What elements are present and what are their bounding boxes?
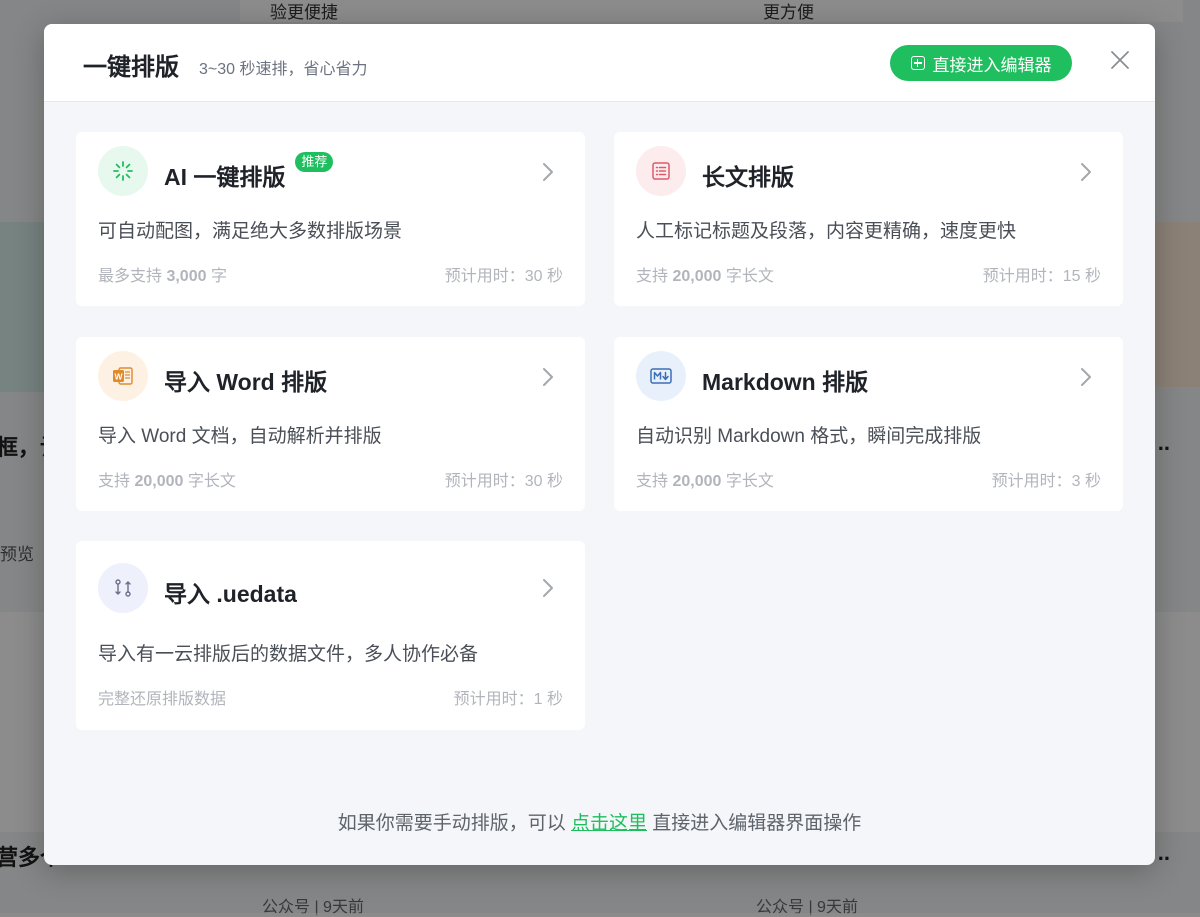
limit-value: 3,000 — [166, 268, 207, 285]
spinner-icon — [98, 146, 148, 196]
card-estimated-time: 预计用时：30 秒 — [444, 473, 563, 490]
card-limit: 完整还原排版数据 — [98, 691, 227, 708]
card-title: 导入 Word 排版 — [164, 369, 328, 395]
limit-suffix: 字长文 — [721, 268, 774, 285]
card-description: 自动识别 Markdown 格式，瞬间完成排版 — [636, 426, 982, 447]
hint-text-before: 如果你需要手动排版，可以 — [337, 813, 571, 834]
chevron-right-icon — [541, 367, 555, 387]
card-estimated-time: 预计用时：15 秒 — [982, 268, 1101, 285]
limit-value: 20,000 — [672, 473, 722, 490]
card-title-text: AI 一键排版 — [164, 164, 286, 190]
card-limit: 支持 20,000 字长文 — [636, 262, 774, 286]
word-icon: W — [98, 351, 148, 401]
limit-suffix: 字 — [206, 268, 227, 285]
card-description: 导入 Word 文档，自动解析并排版 — [98, 426, 382, 447]
card-estimated-time: 预计用时：30 秒 — [444, 268, 563, 285]
list-icon — [636, 146, 686, 196]
limit-prefix: 支持 — [98, 473, 135, 490]
card-estimated-time: 预计用时：1 秒 — [453, 691, 563, 708]
enter-editor-button[interactable]: 直接进入编辑器 — [890, 45, 1072, 81]
chevron-right-icon — [1079, 162, 1093, 182]
limit-prefix: 最多支持 — [98, 268, 167, 285]
limit-suffix: 字长文 — [721, 473, 774, 490]
card-description: 人工标记标题及段落，内容更精确，速度更快 — [636, 221, 1017, 242]
chevron-right-icon — [541, 578, 555, 598]
one-click-layout-modal: 一键排版 3~30 秒速排，省心省力 直接进入编辑器 AI 一键排版推荐 可自动… — [44, 24, 1155, 865]
svg-text:W: W — [114, 372, 123, 382]
limit-value: 20,000 — [134, 473, 184, 490]
card-estimated-time: 预计用时：3 秒 — [991, 473, 1101, 490]
card-long-text-layout[interactable]: 长文排版 人工标记标题及段落，内容更精确，速度更快 支持 20,000 字长文 … — [614, 132, 1123, 306]
hint-text-after: 直接进入编辑器界面操作 — [647, 813, 862, 834]
limit-value: 20,000 — [672, 268, 722, 285]
click-here-link[interactable]: 点击这里 — [571, 813, 647, 834]
modal-header: 一键排版 3~30 秒速排，省心省力 直接进入编辑器 — [44, 24, 1155, 102]
markdown-icon — [636, 351, 686, 401]
card-title: 长文排版 — [702, 164, 794, 190]
card-limit: 支持 20,000 字长文 — [98, 467, 236, 491]
card-word-import[interactable]: W 导入 Word 排版 导入 Word 文档，自动解析并排版 支持 20,00… — [76, 337, 585, 511]
card-title: Markdown 排版 — [702, 369, 869, 395]
chevron-right-icon — [1079, 367, 1093, 387]
close-icon[interactable] — [1108, 48, 1132, 72]
manual-layout-hint: 如果你需要手动排版，可以 点击这里 直接进入编辑器界面操作 — [44, 808, 1155, 835]
card-title: 导入 .uedata — [164, 581, 297, 607]
modal-subtitle: 3~30 秒速排，省心省力 — [199, 61, 368, 78]
enter-editor-label: 直接进入编辑器 — [932, 55, 1052, 75]
card-description: 导入有一云排版后的数据文件，多人协作必备 — [98, 644, 479, 665]
git-compare-icon — [98, 563, 148, 613]
limit-suffix: 字长文 — [183, 473, 236, 490]
card-limit: 支持 20,000 字长文 — [636, 467, 774, 491]
recommend-badge: 推荐 — [295, 152, 334, 172]
card-uedata-import[interactable]: 导入 .uedata 导入有一云排版后的数据文件，多人协作必备 完整还原排版数据… — [76, 541, 585, 730]
chevron-right-icon — [541, 162, 555, 182]
limit-prefix: 支持 — [636, 473, 673, 490]
card-ai-layout[interactable]: AI 一键排版推荐 可自动配图，满足绝大多数排版场景 最多支持 3,000 字 … — [76, 132, 585, 306]
plus-square-icon — [910, 56, 925, 70]
card-markdown-layout[interactable]: Markdown 排版 自动识别 Markdown 格式，瞬间完成排版 支持 2… — [614, 337, 1123, 511]
card-limit: 最多支持 3,000 字 — [98, 262, 227, 286]
card-title: AI 一键排版推荐 — [164, 152, 334, 192]
limit-prefix: 支持 — [636, 268, 673, 285]
card-description: 可自动配图，满足绝大多数排版场景 — [98, 221, 403, 242]
modal-title: 一键排版 — [83, 54, 179, 81]
